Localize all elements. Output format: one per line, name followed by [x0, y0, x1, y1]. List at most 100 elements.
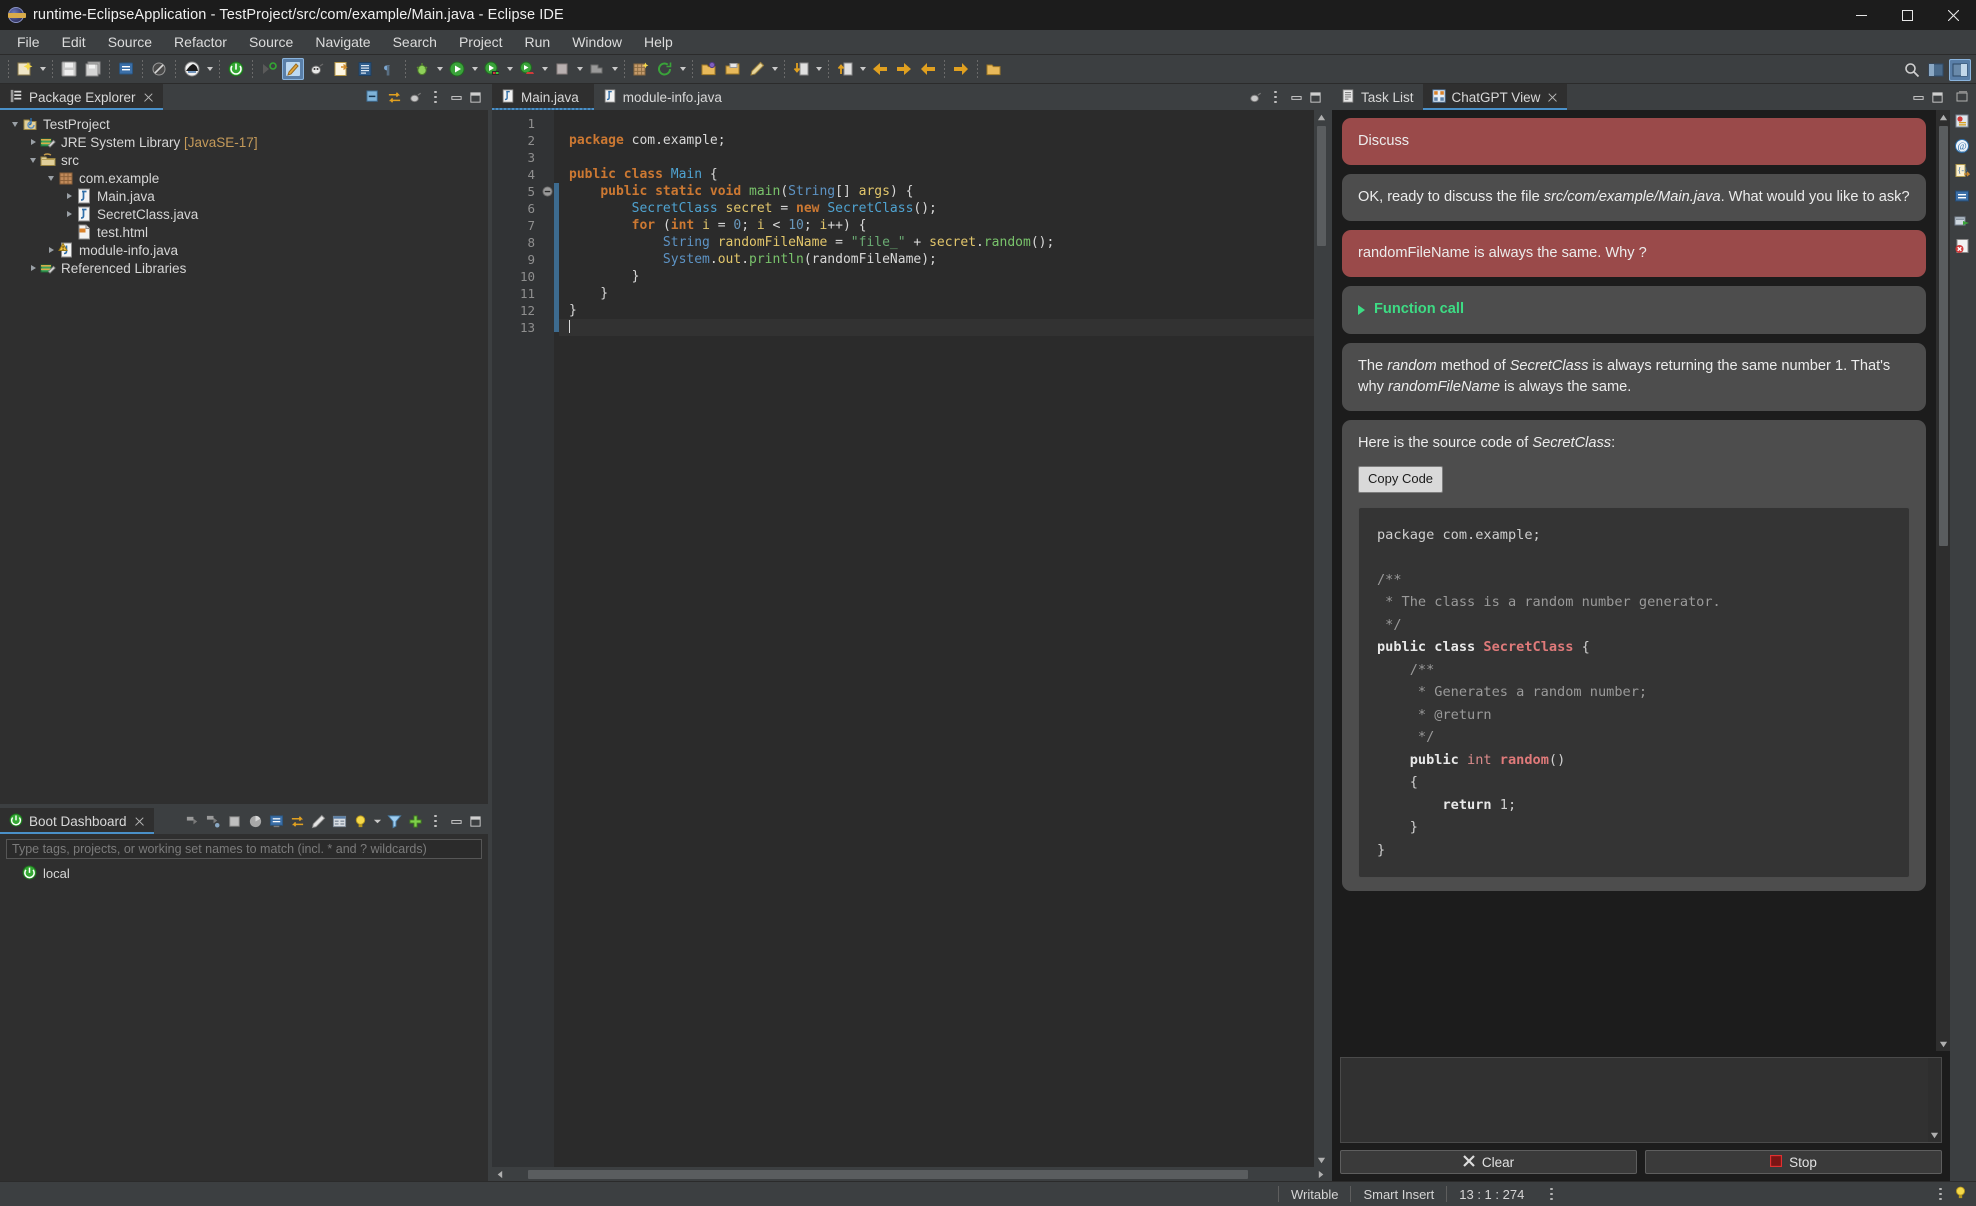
menu-run[interactable]: Run — [514, 32, 562, 52]
chevron-right-icon[interactable] — [26, 135, 40, 149]
tab-chatgpt-view[interactable]: ChatGPT View — [1422, 84, 1568, 110]
boot-dashboard-row[interactable]: local — [0, 864, 488, 883]
run-last-icon[interactable] — [586, 58, 608, 80]
view-menu-dots-icon[interactable] — [1266, 87, 1286, 107]
close-button[interactable] — [1930, 0, 1976, 30]
stop-button[interactable]: Stop — [1645, 1150, 1942, 1174]
java-perspective-icon[interactable] — [1925, 59, 1947, 81]
edit-dropdown[interactable] — [769, 58, 780, 80]
menu-refactor[interactable]: Refactor — [163, 32, 238, 52]
scroll-left-icon[interactable] — [492, 1167, 506, 1181]
new-package-icon[interactable] — [630, 58, 652, 80]
refresh-icon[interactable] — [654, 58, 676, 80]
chevron-down-icon[interactable] — [44, 171, 58, 185]
editor-horizontal-scrollbar[interactable] — [492, 1167, 1328, 1181]
maximize-icon[interactable] — [466, 812, 484, 830]
import-icon[interactable] — [722, 58, 744, 80]
chevron-right-icon[interactable] — [62, 189, 76, 203]
minimize-icon[interactable] — [447, 812, 465, 830]
skip-breakpoints-icon[interactable] — [148, 58, 170, 80]
coverage-dropdown[interactable] — [504, 58, 515, 80]
download-dropdown[interactable] — [813, 58, 824, 80]
view-menu-icon[interactable] — [405, 87, 425, 107]
collapse-method-icon[interactable] — [540, 183, 554, 200]
lightbulb-dropdown-icon[interactable] — [371, 811, 383, 831]
minimize-icon[interactable] — [447, 88, 465, 106]
problems-view-icon[interactable] — [1954, 238, 1972, 256]
tree-item-com-example[interactable]: com.example — [0, 169, 488, 187]
toggle-markoccurrences-icon[interactable] — [282, 58, 304, 80]
properties-icon[interactable] — [329, 811, 349, 831]
pilcrow-icon[interactable]: ¶ — [378, 58, 400, 80]
tab-task-list[interactable]: Task List — [1332, 84, 1423, 110]
status-overflow-icon[interactable] — [1939, 1187, 1943, 1202]
scroll-down-icon[interactable] — [1928, 1128, 1942, 1142]
run-dropdown[interactable] — [469, 58, 480, 80]
close-icon[interactable] — [1546, 91, 1558, 103]
minimize-icon[interactable] — [1909, 88, 1927, 106]
new-wizard-dropdown[interactable] — [37, 58, 48, 80]
filter-icon[interactable] — [384, 811, 404, 831]
restore-icon[interactable] — [1954, 88, 1972, 106]
menu-project[interactable]: Project — [448, 32, 514, 52]
chevron-right-icon[interactable] — [26, 261, 40, 275]
menu-edit[interactable]: Edit — [51, 32, 97, 52]
editor-vertical-scrollbar[interactable] — [1314, 110, 1328, 1167]
add-icon[interactable] — [405, 811, 425, 831]
live-beans-icon[interactable] — [245, 811, 265, 831]
debug-dropdown[interactable] — [434, 58, 445, 80]
run-server-dropdown[interactable] — [539, 58, 550, 80]
menu-window[interactable]: Window — [561, 32, 633, 52]
coverage-icon[interactable] — [481, 58, 503, 80]
search-icon[interactable] — [1901, 59, 1923, 81]
next-annotation-icon[interactable] — [258, 58, 280, 80]
show-whitespace-icon[interactable] — [354, 58, 376, 80]
save-icon[interactable] — [58, 58, 80, 80]
javadoc-view-icon[interactable]: @ — [1954, 138, 1972, 156]
open-type-icon[interactable] — [181, 58, 203, 80]
tree-item-test-html[interactable]: test.html — [0, 223, 488, 241]
tree-item-secretclass-java[interactable]: SecretClass.java — [0, 205, 488, 223]
editor-folding-gutter[interactable] — [540, 110, 554, 1167]
back-icon[interactable] — [869, 58, 891, 80]
boot-dashboard-filter-input[interactable]: Type tags, projects, or working set name… — [6, 839, 482, 859]
editor-tab-main-java[interactable]: Main.java — [492, 84, 594, 110]
lightbulb-icon[interactable] — [1953, 1185, 1968, 1203]
chat-input-textarea[interactable] — [1340, 1057, 1942, 1143]
tab-package-explorer[interactable]: Package Explorer — [0, 84, 163, 110]
new-wizard-icon[interactable] — [14, 58, 36, 80]
console-view-icon[interactable] — [1954, 188, 1972, 206]
close-icon[interactable] — [142, 91, 154, 103]
link-with-editor-icon[interactable] — [384, 87, 404, 107]
boot-run-icon[interactable] — [225, 58, 247, 80]
tree-item-module-info-java[interactable]: module-info.java — [0, 241, 488, 259]
properties-view-icon[interactable] — [1954, 113, 1972, 131]
refresh-icon[interactable] — [287, 811, 307, 831]
editor-code-text[interactable]: package com.example; public class Main { … — [559, 110, 1314, 1167]
chevron-down-icon[interactable] — [8, 117, 22, 131]
maximize-icon[interactable] — [1928, 88, 1946, 106]
run-server-icon[interactable] — [516, 58, 538, 80]
debug-restart-icon[interactable] — [203, 811, 223, 831]
scroll-up-icon[interactable] — [1936, 110, 1950, 124]
download-icon[interactable] — [790, 58, 812, 80]
lightbulb-icon[interactable] — [350, 811, 370, 831]
stop-icon[interactable] — [224, 811, 244, 831]
menu-file[interactable]: File — [6, 32, 51, 52]
tab-boot-dashboard[interactable]: Boot Dashboard — [0, 808, 154, 834]
tree-item-src[interactable]: src — [0, 151, 488, 169]
view-menu-icon[interactable] — [1245, 87, 1265, 107]
tree-item-testproject[interactable]: TestProject — [0, 115, 488, 133]
terminate-icon[interactable] — [551, 58, 573, 80]
collapsed-triangle-icon[interactable] — [1358, 305, 1365, 316]
servers-view-icon[interactable] — [1954, 213, 1972, 231]
close-icon[interactable] — [133, 815, 145, 827]
maximize-icon[interactable] — [466, 88, 484, 106]
minimize-button[interactable] — [1838, 0, 1884, 30]
scroll-up-icon[interactable] — [1314, 110, 1328, 124]
tree-item-referenced-libraries[interactable]: Referenced Libraries — [0, 259, 488, 277]
maximize-icon[interactable] — [1306, 88, 1324, 106]
open-console-icon[interactable] — [266, 811, 286, 831]
minimize-icon[interactable] — [1287, 88, 1305, 106]
view-menu-dots-icon[interactable] — [426, 87, 446, 107]
